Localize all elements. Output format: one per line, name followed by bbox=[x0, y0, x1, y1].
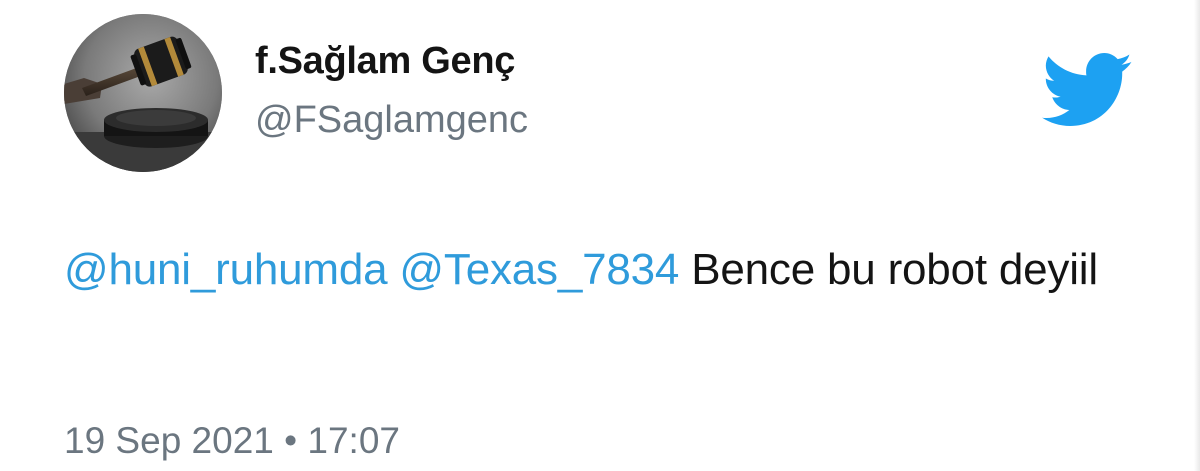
author-handle[interactable]: @FSaglamgenc bbox=[255, 99, 528, 142]
tweet-time: 17:07 bbox=[307, 420, 400, 461]
tweet-body: @huni_ruhumda @Texas_7834 Bence bu robot… bbox=[64, 238, 1144, 302]
author-display-name[interactable]: f.Sağlam Genç bbox=[255, 40, 515, 83]
tweet-date: 19 Sep 2021 bbox=[64, 420, 274, 461]
timestamp-separator: • bbox=[284, 420, 298, 461]
page-edge-shadow bbox=[1194, 0, 1200, 471]
avatar[interactable] bbox=[64, 14, 222, 172]
twitter-bird-icon[interactable] bbox=[1042, 53, 1134, 129]
tweet-text: Bence bu robot deyiil bbox=[691, 245, 1098, 294]
tweet-timestamp[interactable]: 19 Sep 2021 • 17:07 bbox=[64, 420, 400, 462]
mention-link[interactable]: @Texas_7834 bbox=[399, 245, 679, 294]
gavel-icon bbox=[64, 14, 222, 172]
mention-link[interactable]: @huni_ruhumda bbox=[64, 245, 388, 294]
tweet-card: f.Sağlam Genç @FSaglamgenc @huni_ruhumda… bbox=[0, 0, 1200, 471]
